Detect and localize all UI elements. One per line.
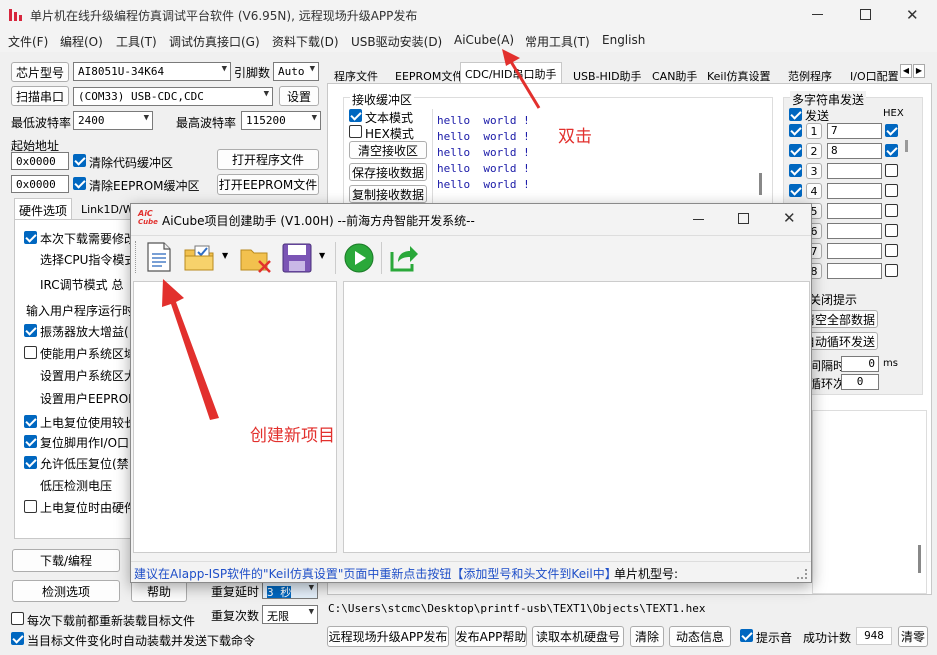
create-project-annotation: 创建新项目 (250, 426, 335, 446)
annotation-arrows (162, 49, 541, 420)
arrow-to-aicube-menu (502, 49, 541, 109)
arrow-to-new-project (162, 279, 219, 420)
double-click-annotation: 双击 (558, 127, 592, 147)
